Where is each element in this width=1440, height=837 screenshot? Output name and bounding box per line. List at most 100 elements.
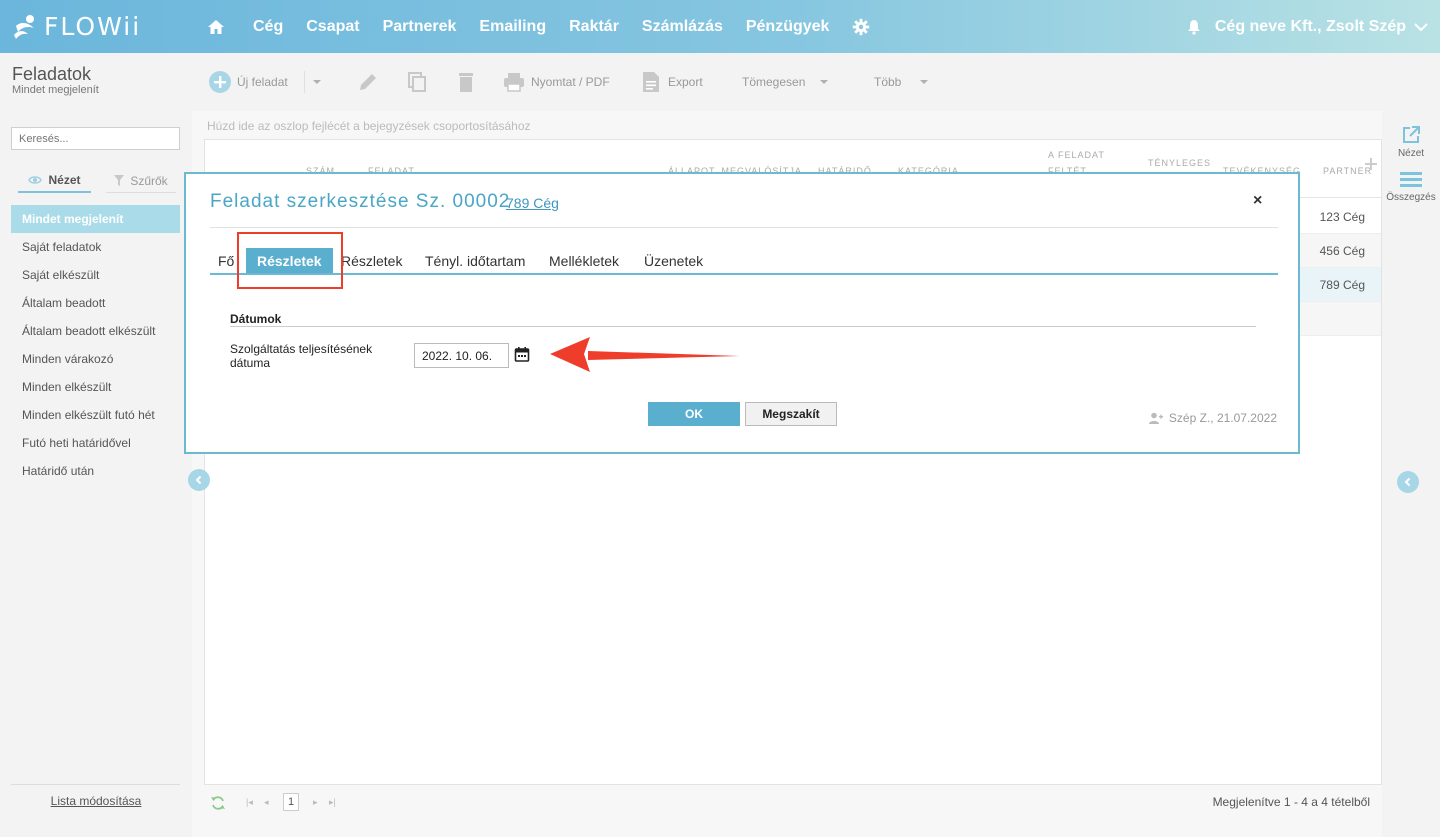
ok-button[interactable]: OK (648, 402, 740, 426)
list-icon (1400, 172, 1422, 187)
logo-text: FLOWii (44, 11, 142, 41)
new-task-dropdown[interactable] (304, 69, 328, 95)
summary-panel-label: Összegzés (1386, 192, 1436, 203)
external-link-icon (1403, 126, 1420, 143)
filter-icon (114, 175, 125, 186)
refresh-icon[interactable] (210, 795, 226, 811)
last-page-button[interactable]: ▸| (329, 797, 336, 808)
export-label: Export (668, 75, 703, 89)
first-page-button[interactable]: |◂ (246, 797, 253, 808)
column-header-feltet-line1[interactable]: A FELADAT (1048, 150, 1105, 160)
export-file-icon (643, 72, 659, 92)
plus-circle-icon (209, 71, 231, 93)
divider (210, 227, 1278, 228)
chevron-down-icon (304, 71, 321, 93)
collapse-sidebar-button[interactable] (188, 469, 210, 491)
sidebar-tabs: Nézet Szűrők (18, 169, 176, 193)
view-panel-button[interactable]: Nézet (1382, 125, 1440, 159)
created-by-text: Szép Z., 21.07.2022 (1168, 411, 1277, 425)
print-button[interactable]: Nyomtat / PDF (503, 69, 610, 95)
expand-right-panel-button[interactable] (1397, 471, 1419, 493)
tab-filters[interactable]: Szűrők (106, 169, 176, 193)
service-date-label: Szolgáltatás teljesítésének dátuma (230, 342, 373, 370)
nav-item-raktar[interactable]: Raktár (569, 18, 619, 36)
export-button[interactable]: Export (642, 69, 703, 95)
nav-item-ceg[interactable]: Cég (253, 18, 283, 36)
new-task-label: Új feladat (237, 75, 288, 89)
prev-page-button[interactable]: ◂ (264, 797, 269, 808)
sidebar-item-show-all[interactable]: Mindet megjelenít (11, 205, 180, 233)
sidebar-item-week-deadline[interactable]: Futó heti határidővel (11, 429, 180, 457)
cancel-button[interactable]: Megszakít (745, 402, 837, 426)
chevron-down-icon (820, 80, 829, 84)
home-icon[interactable] (207, 18, 225, 36)
calendar-icon[interactable] (514, 346, 530, 362)
user-add-icon (1148, 412, 1163, 424)
sidebar-item-submitted[interactable]: Általam beadott (11, 289, 180, 317)
sidebar-item-all-done[interactable]: Minden elkészült (11, 373, 180, 401)
tab-actual-duration[interactable]: Tényl. időtartam (425, 248, 525, 273)
more-label: Több (874, 75, 902, 89)
divider (11, 784, 180, 785)
row-partner: 123 Cég (1319, 210, 1365, 224)
nav-item-partnerek[interactable]: Partnerek (383, 18, 457, 36)
copy-button[interactable] (406, 69, 428, 95)
page-subtitle: Mindet megjelenít (12, 84, 99, 96)
service-date-field[interactable] (414, 343, 509, 368)
add-column-icon[interactable] (1365, 158, 1377, 170)
page-title: Feladatok (12, 64, 92, 84)
tab-attachments[interactable]: Mellékletek (549, 248, 619, 273)
edit-task-dialog: Feladat szerkesztése Sz. 00002 789 Cég ×… (184, 172, 1300, 454)
bulk-dropdown[interactable]: Tömegesen (742, 69, 829, 95)
sidebar-item-all-waiting[interactable]: Minden várakozó (11, 345, 180, 373)
bell-icon[interactable] (1187, 19, 1201, 35)
close-icon[interactable]: × (1253, 192, 1262, 210)
bulk-label: Tömegesen (742, 75, 806, 89)
sidebar-item-all-done-week[interactable]: Minden elkészült futó hét (11, 401, 180, 429)
summary-panel-button[interactable]: Összegzés (1382, 171, 1440, 203)
nav-item-szamlazas[interactable]: Számlázás (642, 18, 723, 36)
top-navigation-bar: FLOWii Cég Csapat Partnerek Emailing Rak… (0, 0, 1440, 53)
row-partner: 456 Cég (1319, 244, 1365, 258)
next-page-button[interactable]: ▸ (313, 797, 318, 808)
tab-details-active[interactable]: Részletek (246, 248, 333, 273)
chevron-down-icon[interactable] (1414, 22, 1428, 32)
sidebar-item-own-done[interactable]: Saját elkészült (11, 261, 180, 289)
tab-view[interactable]: Nézet (18, 169, 91, 193)
sidebar-item-own-tasks[interactable]: Saját feladatok (11, 233, 180, 261)
main-nav: Cég Csapat Partnerek Emailing Raktár Szá… (205, 0, 870, 53)
copy-icon (408, 72, 426, 92)
nav-item-csapat[interactable]: Csapat (306, 18, 359, 36)
user-menu[interactable]: Cég neve Kft., Zsolt Szép (1187, 0, 1428, 53)
tab-main[interactable]: Fő (218, 248, 234, 273)
pager-info: Megjelenítve 1 - 4 a 4 tételből (1212, 795, 1370, 809)
current-page[interactable]: 1 (283, 793, 299, 811)
user-company-name[interactable]: Cég neve Kft., Zsolt Szép (1215, 18, 1406, 36)
eye-icon (28, 176, 43, 184)
edit-list-link[interactable]: Lista módosítása (0, 794, 192, 808)
toolbar: Új feladat Nyomtat / PDF Export Tömegese… (192, 53, 1440, 111)
tab-messages[interactable]: Üzenetek (644, 248, 703, 273)
view-panel-label: Nézet (1397, 148, 1425, 159)
group-by-hint: Húzd ide az oszlop fejlécét a bejegyzése… (207, 119, 531, 133)
new-task-button[interactable]: Új feladat (208, 69, 288, 95)
tab-details[interactable]: Részletek (341, 248, 402, 273)
gear-icon[interactable] (852, 18, 870, 36)
nav-item-emailing[interactable]: Emailing (479, 18, 546, 36)
sidebar-item-submitted-done[interactable]: Általam beadott elkészült (11, 317, 180, 345)
sidebar: Feladatok Mindet megjelenít Nézet Szűrők… (0, 53, 192, 837)
logo[interactable]: FLOWii (12, 10, 141, 42)
search-input[interactable] (11, 127, 180, 150)
dialog-title: Feladat szerkesztése Sz. 00002 (210, 191, 511, 212)
column-header-tenyleges[interactable]: TÉNYLEGES (1148, 158, 1211, 168)
tab-filters-label: Szűrők (130, 173, 168, 188)
delete-button[interactable] (456, 69, 476, 95)
divider (230, 326, 1256, 327)
sidebar-item-overdue[interactable]: Határidő után (11, 457, 180, 485)
edit-button[interactable] (357, 69, 379, 95)
company-link[interactable]: 789 Cég (506, 195, 559, 211)
chevron-left-icon (195, 475, 202, 485)
more-dropdown[interactable]: Több (874, 69, 929, 95)
nav-item-penzugyek[interactable]: Pénzügyek (746, 18, 830, 36)
trash-icon (459, 73, 473, 92)
